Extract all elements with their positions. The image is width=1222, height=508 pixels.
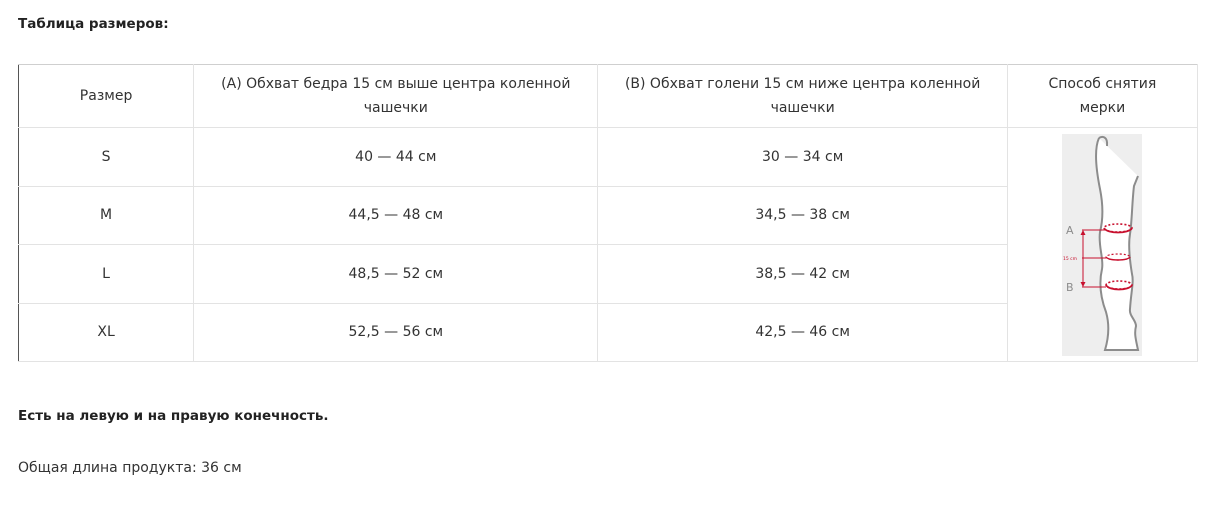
header-measurement-method: Способ снятия мерки: [1006, 64, 1199, 128]
size-cell: M: [17, 185, 195, 245]
label-distance: 15 cm: [1063, 256, 1077, 262]
size-cell: L: [17, 244, 195, 304]
thigh-range-cell: 44,5 — 48 см: [193, 185, 599, 245]
header-calf-circumference: (B) Обхват голени 15 см ниже центра коле…: [597, 64, 1008, 128]
calf-range-cell: 30 — 34 см: [597, 127, 1008, 187]
header-size: Размер: [17, 64, 195, 128]
thigh-range-cell: 48,5 — 52 см: [193, 244, 599, 304]
label-b: B: [1066, 281, 1074, 294]
table-header-row: Размер (A) Обхват бедра 15 см выше центр…: [17, 64, 1199, 128]
product-length: Общая длина продукта: 36 см: [18, 460, 242, 476]
product-length-value: 36 см: [201, 460, 242, 476]
label-a: A: [1066, 224, 1074, 237]
size-cell: XL: [17, 302, 195, 362]
measurement-figure-cell: A B 15 cm: [1006, 127, 1199, 362]
thigh-range-cell: 52,5 — 56 см: [193, 302, 599, 362]
leg-measurement-illustration: A B 15 cm: [1062, 133, 1143, 356]
product-length-label: Общая длина продукта:: [18, 460, 197, 476]
size-table: Размер (A) Обхват бедра 15 см выше центр…: [17, 64, 1199, 362]
calf-range-cell: 42,5 — 46 см: [597, 302, 1008, 362]
limb-note: Есть на левую и на правую конечность.: [18, 408, 329, 424]
calf-range-cell: 34,5 — 38 см: [597, 185, 1008, 245]
size-table-heading: Таблица размеров:: [18, 16, 169, 32]
size-cell: S: [17, 127, 195, 187]
thigh-range-cell: 40 — 44 см: [193, 127, 599, 187]
table-row: S 40 — 44 см 30 — 34 см A B 15 cm: [17, 127, 1199, 362]
header-thigh-circumference: (A) Обхват бедра 15 см выше центра колен…: [193, 64, 599, 128]
calf-range-cell: 38,5 — 42 см: [597, 244, 1008, 304]
